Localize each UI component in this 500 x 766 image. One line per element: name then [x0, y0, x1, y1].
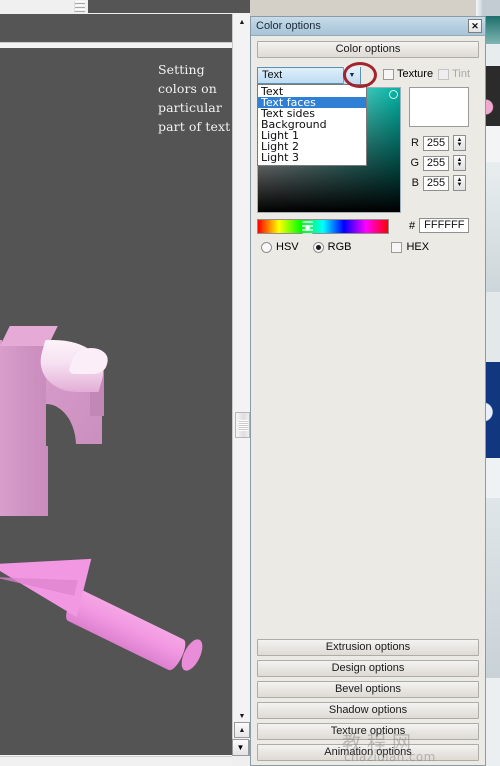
green-channel-input[interactable]: 255: [423, 155, 449, 171]
dialog-empty-area: [257, 261, 479, 643]
hex-toggle-group[interactable]: HEX: [391, 241, 429, 253]
hscroll-track[interactable]: [0, 740, 232, 755]
tint-checkbox: [438, 68, 450, 80]
color-mode-row: HSV RGB HEX: [257, 239, 479, 255]
texture-tint-row: Texture Tint: [383, 68, 470, 80]
texture-checkbox-group[interactable]: Texture: [383, 68, 433, 80]
hsv-radio-group[interactable]: HSV: [261, 241, 299, 253]
combobox-value: Text: [262, 69, 283, 81]
viewport-panel: Setting colors on particular part of tex…: [0, 0, 250, 766]
dropdown-option[interactable]: Light 3: [258, 152, 366, 163]
blue-channel-input[interactable]: 255: [423, 175, 449, 191]
hsv-radio[interactable]: [261, 241, 272, 253]
dialog-titlebar[interactable]: Color options ✕: [251, 17, 485, 36]
animation-options-button[interactable]: Animation options: [257, 744, 479, 761]
green-channel-label: G: [410, 157, 419, 169]
bevel-options-button[interactable]: Bevel options: [257, 681, 479, 698]
render-canvas[interactable]: Setting colors on particular part of tex…: [0, 48, 232, 740]
texture-label: Texture: [397, 68, 434, 80]
color-options-header-button[interactable]: Color options: [257, 41, 479, 58]
red-channel-input[interactable]: 255: [423, 135, 449, 151]
design-options-button[interactable]: Design options: [257, 660, 479, 677]
texture-checkbox[interactable]: [383, 68, 394, 80]
blue-channel-label: B: [411, 177, 419, 189]
arrow-shaft: [62, 587, 189, 673]
scrollbar-thumb[interactable]: [235, 412, 250, 438]
viewport-vertical-scrollbar[interactable]: ▲ ▼ ▲ ▼: [232, 14, 250, 756]
hex-prefix-label: #: [409, 219, 416, 232]
red-channel-row: R 255 ▲ ▼: [409, 135, 466, 151]
color-picker-area: Text ▼ Text Text faces Text sides Backgr…: [257, 62, 479, 217]
app-screenshot: Setting colors on particular part of tex…: [0, 0, 500, 766]
hex-field-group: # FFFFFF: [409, 218, 470, 233]
annotation-highlight-circle: [343, 62, 377, 88]
panel-grip[interactable]: [74, 1, 85, 13]
shadow-options-button[interactable]: Shadow options: [257, 702, 479, 719]
hue-row: # FFFFFF: [257, 218, 479, 235]
hex-toggle-label: HEX: [406, 241, 430, 253]
extrusion-options-button[interactable]: Extrusion options: [257, 639, 479, 656]
hex-input[interactable]: FFFFFF: [419, 218, 470, 233]
hue-slider-handle[interactable]: [302, 221, 313, 234]
red-channel-stepper[interactable]: ▲ ▼: [453, 135, 466, 151]
scroll-to-top-button[interactable]: ▲: [234, 722, 250, 738]
blue-channel-stepper[interactable]: ▲ ▼: [453, 175, 466, 191]
dialog-title: Color options: [256, 20, 321, 32]
current-color-swatch: [409, 87, 469, 127]
dialog-body: Color options Text ▼ Text Text faces Tex…: [251, 36, 485, 643]
green-channel-row: G 255 ▲ ▼: [409, 155, 466, 171]
viewport-secondary-strip: [0, 14, 250, 42]
section-buttons-group: Extrusion options Design options Bevel o…: [251, 635, 485, 761]
viewport-horizontal-scrollbar[interactable]: ▼ ▶: [0, 739, 249, 766]
hscroll-footer: [0, 756, 232, 766]
viewport-top-strip: [0, 0, 250, 15]
hue-slider[interactable]: [257, 219, 389, 234]
tint-label: Tint: [452, 68, 471, 80]
hsv-label: HSV: [276, 241, 299, 253]
hex-checkbox[interactable]: [391, 241, 403, 253]
annotation-text: Setting colors on particular part of tex…: [158, 62, 231, 134]
texture-options-button[interactable]: Texture options: [257, 723, 479, 740]
color-target-dropdown-list[interactable]: Text Text faces Text sides Background Li…: [257, 84, 367, 166]
scroll-up-button[interactable]: ▲: [234, 14, 250, 30]
close-icon[interactable]: ✕: [468, 19, 482, 33]
sv-cursor[interactable]: [389, 90, 398, 99]
color-options-dialog: Color options ✕ Color options Text ▼ Tex…: [250, 16, 486, 766]
rgb-label: RGB: [327, 241, 352, 253]
rgb-radio-group[interactable]: RGB: [312, 241, 352, 253]
rgb-radio[interactable]: [312, 241, 324, 253]
scroll-right-button[interactable]: ▼: [232, 739, 249, 756]
top-strip-fill: [88, 0, 250, 13]
tint-checkbox-group: Tint: [438, 68, 470, 80]
green-channel-stepper[interactable]: ▲ ▼: [453, 155, 466, 171]
blue-channel-row: B 255 ▲ ▼: [409, 175, 466, 191]
3d-arrow-model: [0, 535, 226, 686]
red-channel-label: R: [411, 137, 419, 149]
3d-letter-model: [0, 326, 140, 526]
